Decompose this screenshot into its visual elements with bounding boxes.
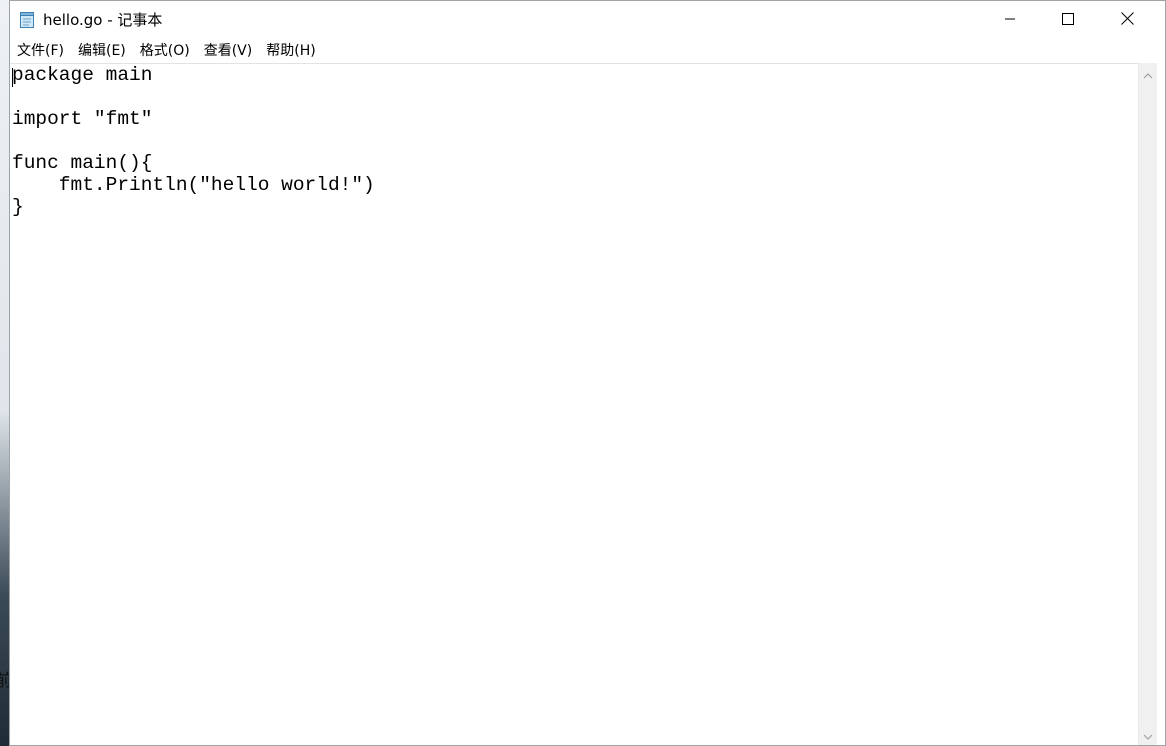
window-title: hello.go - 记事本	[43, 11, 163, 29]
notepad-icon	[19, 10, 36, 29]
vertical-scrollbar[interactable]	[1138, 63, 1157, 745]
menu-file[interactable]: 文件(F)	[11, 39, 70, 63]
menu-edit[interactable]: 编辑(E)	[72, 39, 132, 63]
minimize-icon	[1004, 10, 1016, 29]
close-button[interactable]	[1098, 1, 1156, 38]
chevron-up-icon	[1143, 64, 1153, 83]
menu-view[interactable]: 查看(V)	[198, 39, 259, 63]
editor-content[interactable]: package main import "fmt" func main(){ f…	[12, 64, 375, 218]
minimize-button[interactable]	[981, 1, 1039, 38]
close-icon	[1120, 10, 1134, 29]
title-bar[interactable]: hello.go - 记事本	[10, 1, 1165, 38]
maximize-button[interactable]	[1039, 1, 1097, 38]
menu-format[interactable]: 格式(O)	[134, 39, 196, 63]
text-caret	[12, 68, 13, 87]
desktop-background	[0, 0, 9, 746]
text-editor[interactable]: package main import "fmt" func main(){ f…	[10, 63, 1139, 745]
scroll-down-button[interactable]	[1139, 726, 1157, 743]
chevron-down-icon	[1143, 725, 1153, 744]
maximize-icon	[1062, 10, 1074, 29]
notepad-window: hello.go - 记事本 文件(F) 编辑(E) 格式(O) 查看(V) 帮…	[9, 0, 1166, 746]
menu-help[interactable]: 帮助(H)	[260, 39, 321, 63]
scroll-up-button[interactable]	[1139, 65, 1157, 82]
menu-bar: 文件(F) 编辑(E) 格式(O) 查看(V) 帮助(H)	[10, 39, 1165, 63]
